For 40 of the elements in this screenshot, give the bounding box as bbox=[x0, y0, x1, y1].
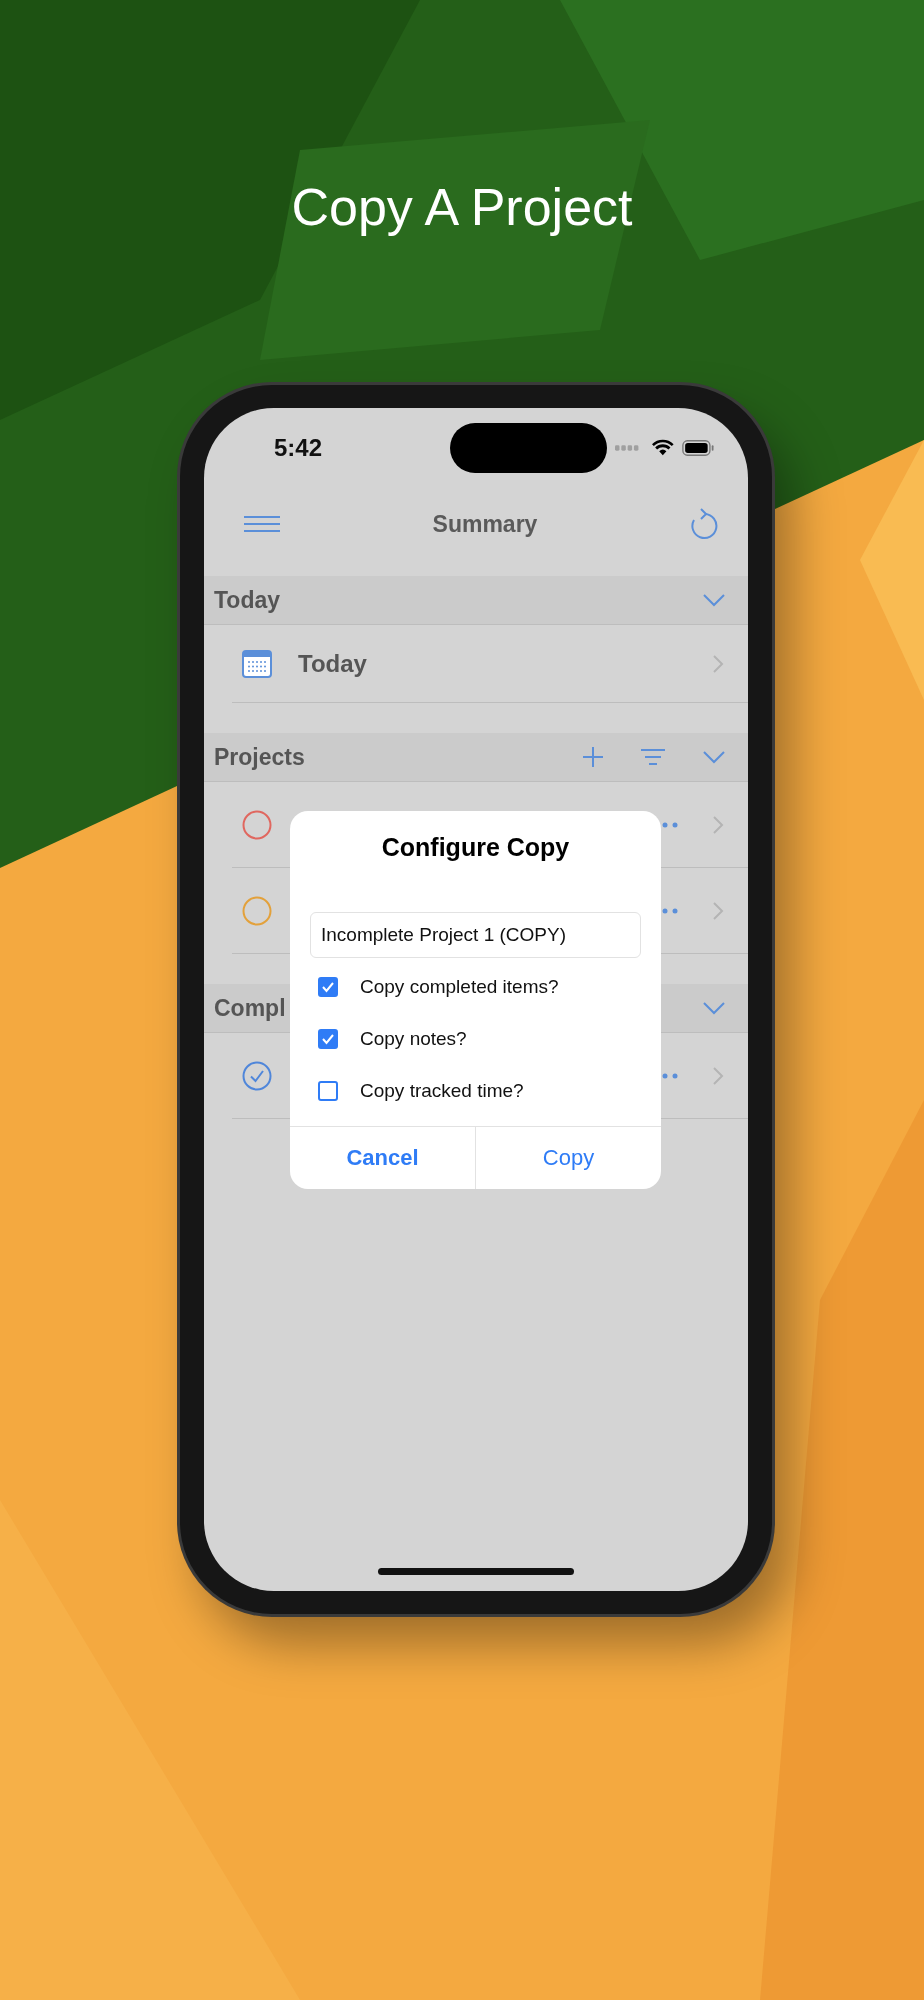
chevron-right-icon bbox=[712, 1065, 724, 1086]
add-icon[interactable] bbox=[582, 746, 604, 768]
chevron-down-icon[interactable] bbox=[702, 1001, 726, 1015]
chevron-right-icon bbox=[712, 814, 724, 835]
dialog-title: Configure Copy bbox=[380, 833, 571, 862]
list-row[interactable]: Today bbox=[232, 625, 748, 703]
battery-icon bbox=[681, 439, 714, 457]
copy-button[interactable]: Copy bbox=[475, 1127, 661, 1189]
screen-title: Summary bbox=[432, 510, 538, 538]
section-title: Today bbox=[214, 586, 281, 614]
filter-icon[interactable] bbox=[640, 748, 666, 766]
cancel-button[interactable]: Cancel bbox=[290, 1127, 475, 1189]
section-header[interactable]: Today bbox=[204, 576, 748, 625]
section-title: Projects bbox=[214, 743, 305, 771]
refresh-icon[interactable] bbox=[688, 508, 718, 540]
status-circle-icon[interactable] bbox=[242, 895, 272, 926]
name-field[interactable]: Incomplete Project 1 (COPY) bbox=[310, 912, 641, 958]
chevron-down-icon[interactable] bbox=[702, 593, 726, 607]
menu-icon[interactable] bbox=[242, 514, 282, 534]
status-time: 5:42 bbox=[274, 434, 324, 462]
check-icon bbox=[321, 981, 335, 993]
signal-icon bbox=[614, 444, 640, 452]
section-title: Compl bbox=[214, 994, 286, 1022]
wifi-icon bbox=[651, 439, 674, 457]
completed-circle-icon[interactable] bbox=[242, 1060, 272, 1091]
checkbox[interactable] bbox=[318, 1029, 338, 1049]
row-title: Today bbox=[298, 649, 367, 678]
chevron-right-icon bbox=[712, 900, 724, 921]
option-label: Copy completed items? bbox=[360, 976, 559, 998]
calendar-icon bbox=[242, 649, 272, 678]
status-circle-icon[interactable] bbox=[242, 809, 272, 840]
section-header[interactable]: Projects bbox=[204, 733, 748, 782]
option-label: Copy notes? bbox=[360, 1028, 467, 1050]
checkbox[interactable] bbox=[318, 1081, 338, 1101]
chevron-right-icon bbox=[712, 653, 724, 674]
chevron-down-icon[interactable] bbox=[702, 750, 726, 764]
headline: Copy A Project bbox=[291, 177, 633, 238]
checkbox[interactable] bbox=[318, 977, 338, 997]
option-label: Copy tracked time? bbox=[360, 1080, 524, 1102]
check-icon bbox=[321, 1033, 335, 1045]
